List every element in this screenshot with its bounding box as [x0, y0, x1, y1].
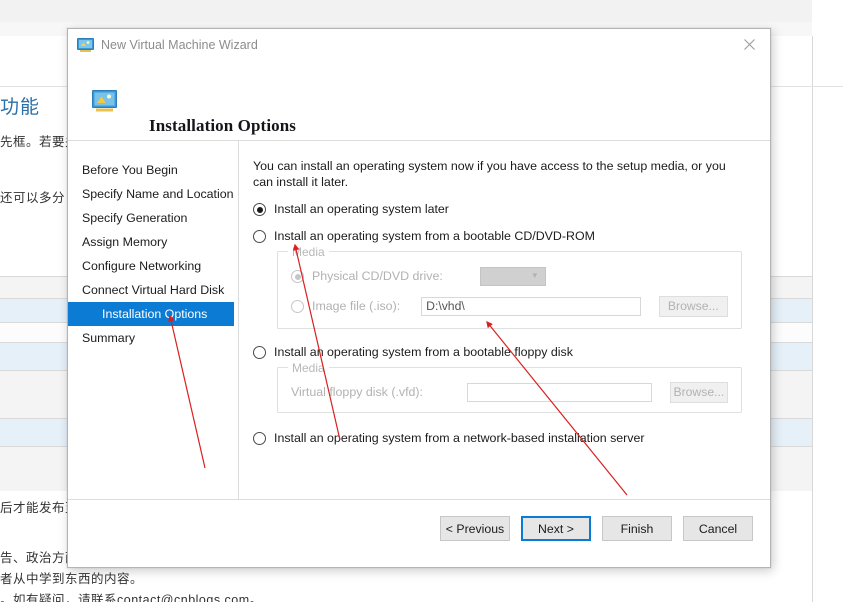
physical-cd-drive-select[interactable]: ▼	[479, 266, 546, 286]
image-file-row[interactable]: Image file (.iso): D:\vhd\ Browse...	[291, 295, 728, 317]
sidebar-item-before-you-begin[interactable]: Before You Begin	[68, 158, 238, 182]
radio-install-from-network[interactable]	[253, 432, 266, 445]
cd-media-groupbox: Media Physical CD/DVD drive: ▼ Image fil…	[277, 245, 742, 329]
floppy-media-legend: Media	[288, 361, 329, 375]
dialog-body: Before You Begin Specify Name and Locati…	[68, 141, 770, 500]
option-install-from-floppy[interactable]: Install an operating system from a boota…	[253, 345, 748, 360]
cancel-button[interactable]: Cancel	[683, 516, 753, 541]
radio-install-from-cd[interactable]	[253, 230, 266, 243]
radio-install-later[interactable]	[253, 203, 266, 216]
physical-cd-drive-label: Physical CD/DVD drive:	[312, 269, 443, 283]
next-button[interactable]: Next >	[521, 516, 591, 541]
virtual-floppy-label: Virtual floppy disk (.vfd):	[291, 385, 423, 399]
background-line-5: 者从中学到东西的内容。	[0, 572, 144, 586]
virtual-floppy-input[interactable]	[467, 382, 652, 402]
finish-button[interactable]: Finish	[602, 516, 672, 541]
background-line-6: 。如有疑问，请联系contact@cnblogs.com。	[0, 593, 263, 602]
option-install-later-label: Install an operating system later	[274, 202, 449, 216]
footer-button-group: < Previous Next > Finish Cancel	[440, 516, 753, 541]
sidebar-item-specify-generation[interactable]: Specify Generation	[68, 206, 238, 230]
page-title: Installation Options	[149, 116, 297, 135]
sidebar-item-specify-name-and-location[interactable]: Specify Name and Location	[68, 182, 238, 206]
sidebar-item-installation-options[interactable]: Installation Options	[68, 302, 234, 326]
image-file-label: Image file (.iso):	[312, 299, 401, 313]
option-install-from-floppy-label: Install an operating system from a boota…	[274, 345, 573, 359]
option-install-from-cd-label: Install an operating system from a boota…	[274, 229, 595, 243]
background-line-2: 还可以多分	[0, 191, 66, 205]
option-install-from-network[interactable]: Install an operating system from a netwo…	[253, 431, 748, 446]
intro-text: You can install an operating system now …	[253, 159, 726, 189]
cd-media-legend: Media	[288, 245, 329, 259]
sidebar-item-configure-networking[interactable]: Configure Networking	[68, 254, 238, 278]
radio-install-from-floppy[interactable]	[253, 346, 266, 359]
screen-root: 功能 先框。若要关 还可以多分 后才能发布至 告、政治方面 者从中学到东西的内容…	[0, 0, 843, 602]
installation-options-content: You can install an operating system now …	[240, 141, 770, 500]
radio-image-file[interactable]	[291, 300, 304, 313]
close-icon[interactable]	[728, 29, 770, 59]
physical-cd-drive-row[interactable]: Physical CD/DVD drive: ▼	[291, 265, 728, 287]
background-heading: 功能	[0, 97, 41, 118]
dialog-header: Installation Options	[68, 63, 770, 141]
virtual-floppy-browse-button[interactable]: Browse...	[669, 381, 728, 403]
chevron-down-icon: ▼	[530, 271, 539, 280]
radio-physical-cd-drive[interactable]	[291, 270, 304, 283]
dialog-footer: < Previous Next > Finish Cancel	[68, 499, 770, 567]
wizard-step-sidebar: Before You Begin Specify Name and Locati…	[68, 141, 239, 500]
sidebar-item-summary[interactable]: Summary	[68, 326, 238, 350]
image-file-browse-button[interactable]: Browse...	[658, 295, 728, 317]
sidebar-item-assign-memory[interactable]: Assign Memory	[68, 230, 238, 254]
virtual-floppy-row[interactable]: Virtual floppy disk (.vfd): Browse...	[291, 381, 728, 403]
option-install-from-network-label: Install an operating system from a netwo…	[274, 431, 645, 445]
dialog-title: New Virtual Machine Wizard	[101, 38, 258, 52]
option-install-from-cd[interactable]: Install an operating system from a boota…	[253, 229, 748, 244]
image-file-input[interactable]: D:\vhd\	[421, 296, 641, 316]
sidebar-item-connect-virtual-hard-disk[interactable]: Connect Virtual Hard Disk	[68, 278, 238, 302]
installation-options-icon	[92, 90, 117, 112]
browser-chrome	[0, 0, 812, 23]
new-virtual-machine-wizard-dialog: New Virtual Machine Wizard Installation …	[67, 28, 771, 568]
previous-button[interactable]: < Previous	[440, 516, 510, 541]
option-install-later[interactable]: Install an operating system later	[253, 202, 748, 217]
vm-wizard-icon	[77, 38, 94, 53]
dialog-titlebar: New Virtual Machine Wizard	[68, 29, 770, 63]
floppy-media-groupbox: Media Virtual floppy disk (.vfd): Browse…	[277, 361, 742, 413]
